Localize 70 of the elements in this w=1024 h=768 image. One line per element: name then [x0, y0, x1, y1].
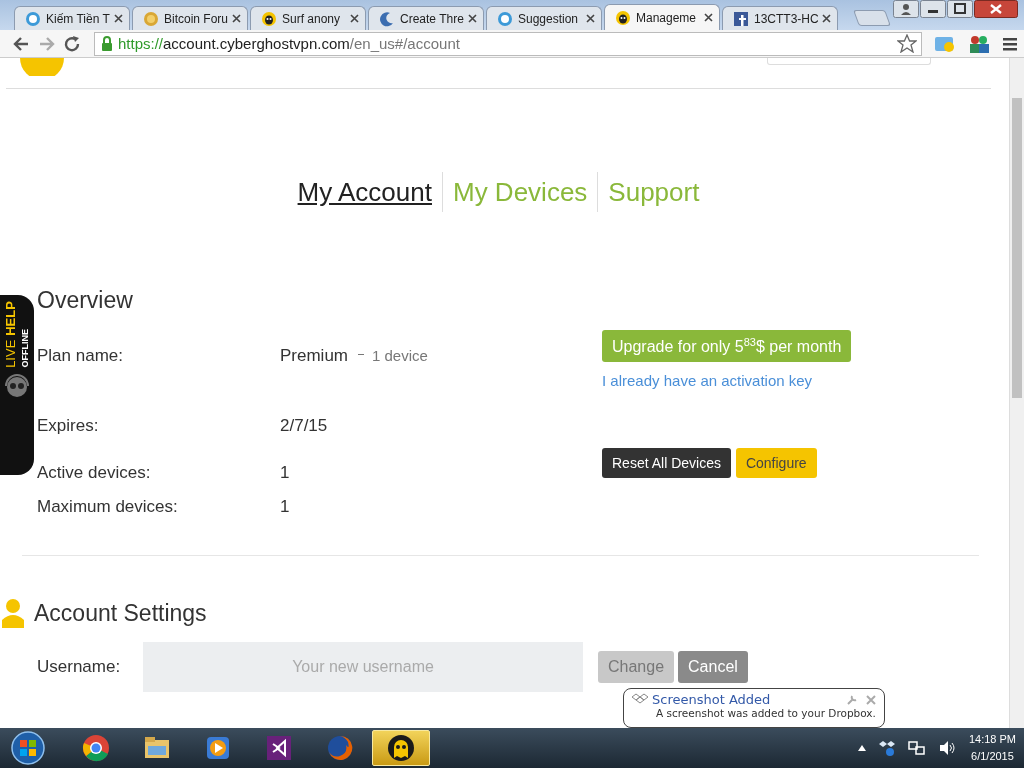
- nav-link[interactable]: My Account: [297, 176, 432, 208]
- field-label: Plan name:: [37, 346, 124, 366]
- field-label: Expires:: [37, 416, 100, 436]
- field-label: Maximum devices:: [37, 497, 179, 517]
- clock-date[interactable]: 6/1/2015: [968, 748, 1016, 765]
- menu-icon[interactable]: [1002, 35, 1018, 52]
- logo-icon: [20, 58, 64, 76]
- crescent-icon: [379, 10, 395, 27]
- field-label: Active devices:: [37, 463, 152, 483]
- ghost-icon: [615, 9, 631, 26]
- browser-tab[interactable]: Surf anony: [250, 6, 366, 30]
- back-icon[interactable]: [12, 35, 30, 52]
- dropbox-sync-icon[interactable]: [878, 740, 895, 756]
- close-icon[interactable]: [468, 14, 477, 23]
- person-icon: [2, 598, 24, 628]
- scrollbar-thumb[interactable]: [1012, 98, 1022, 398]
- field-value: 2/7/15: [280, 416, 328, 436]
- reload-icon[interactable]: [64, 35, 82, 52]
- live-help-label: LIVE: [3, 339, 18, 368]
- close-icon[interactable]: [350, 14, 359, 23]
- close-icon[interactable]: [822, 14, 831, 23]
- ghost-icon: [387, 734, 415, 762]
- minimize-icon[interactable]: [920, 0, 946, 18]
- browser-tab[interactable]: Manageme: [604, 4, 720, 30]
- username-field[interactable]: Your new username: [143, 642, 583, 692]
- headset-icon: [3, 371, 31, 400]
- visual-studio-icon: [265, 734, 293, 762]
- user-icon[interactable]: [893, 0, 919, 18]
- network-icon[interactable]: [907, 740, 926, 756]
- speaker-icon[interactable]: [938, 740, 955, 756]
- close-icon[interactable]: [586, 14, 595, 23]
- people-icon[interactable]: [968, 33, 990, 54]
- chrome-icon: [82, 734, 110, 762]
- field-label: Username:: [37, 657, 122, 677]
- url-text: https://account.cyberghostvpn.com/en_us#/account: [118, 35, 461, 52]
- browser-tab[interactable]: 13CTT3-HC: [722, 6, 838, 30]
- notification-message: A screenshot was added to your Dropbox.: [655, 707, 876, 719]
- maximize-icon[interactable]: [947, 0, 973, 18]
- star-icon[interactable]: [897, 34, 917, 53]
- close-icon[interactable]: [232, 14, 241, 23]
- browser-tab[interactable]: Suggestion: [486, 6, 602, 30]
- section-heading: Account Settings: [34, 599, 207, 627]
- media-player-icon: [204, 734, 232, 762]
- notification-title: Screenshot Added: [652, 692, 772, 707]
- coin-icon: [143, 10, 159, 27]
- start-button[interactable]: [8, 730, 48, 766]
- close-icon[interactable]: [114, 14, 123, 23]
- browser-tab[interactable]: Bitcoin Foru: [132, 6, 248, 30]
- scrollbar[interactable]: [1009, 58, 1024, 728]
- section-heading: Overview: [37, 287, 134, 314]
- caret-icon[interactable]: [857, 745, 866, 751]
- address-bar[interactable]: https://account.cyberghostvpn.com/en_us#/account: [94, 31, 922, 56]
- offline-label: OFFLINE: [19, 329, 31, 368]
- live-help-label: HELP: [3, 301, 18, 336]
- firefox-icon: [326, 734, 354, 762]
- field-value: Premium: [280, 346, 348, 366]
- clock-time[interactable]: 14:18 PM: [968, 731, 1016, 748]
- close-icon[interactable]: [704, 13, 713, 22]
- field-value: 1: [280, 497, 290, 517]
- taskbar-button[interactable]: [372, 730, 430, 766]
- reset-button[interactable]: Reset All Devices: [602, 448, 731, 478]
- field-value: 1: [280, 463, 290, 483]
- configure-button[interactable]: Configure: [735, 448, 817, 478]
- ghost-icon: [261, 10, 277, 27]
- browser-tab[interactable]: Create Thre: [368, 6, 484, 30]
- plan-note: 1 device: [372, 347, 428, 364]
- facebook-icon: [733, 10, 749, 27]
- lock-icon: [101, 36, 113, 51]
- browser-tab[interactable]: Kiếm Tiền T: [14, 6, 130, 30]
- close-icon[interactable]: [974, 0, 1018, 18]
